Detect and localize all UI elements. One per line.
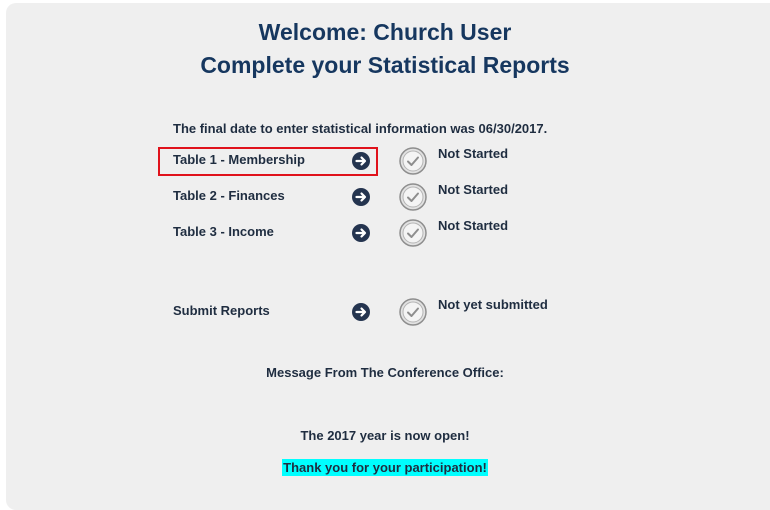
page-title: Welcome: Church User xyxy=(258,19,512,45)
arrow-right-circle-icon[interactable] xyxy=(352,224,370,242)
arrow-right-circle-icon[interactable] xyxy=(352,303,370,321)
report-row-table-1: Table 1 - Membership Not Started xyxy=(0,146,770,176)
submit-reports-link[interactable]: Submit Reports xyxy=(173,303,270,318)
report-row-table-3: Table 3 - Income Not Started xyxy=(0,218,770,248)
arrow-right-circle-icon[interactable] xyxy=(352,188,370,206)
final-date-notice: The final date to enter statistical info… xyxy=(173,121,548,136)
check-circle-icon xyxy=(398,146,428,176)
table-2-finances-link[interactable]: Table 2 - Finances xyxy=(173,188,285,203)
page-subtitle: Complete your Statistical Reports xyxy=(200,52,570,78)
status-badge: Not Started xyxy=(438,218,509,233)
status-badge: Not Started xyxy=(438,182,509,197)
message-body: The 2017 year is now open! xyxy=(300,428,470,443)
arrow-right-circle-icon[interactable] xyxy=(352,152,370,170)
report-row-table-2: Table 2 - Finances Not Started xyxy=(0,182,770,212)
check-circle-icon xyxy=(398,218,428,248)
status-badge: Not yet submitted xyxy=(438,297,548,312)
status-badge: Not Started xyxy=(438,146,509,161)
thanks-line: Thank you for your participation! xyxy=(0,459,770,476)
report-row-submit: Submit Reports Not yet submitted xyxy=(0,297,770,327)
message-heading: Message From The Conference Office: xyxy=(266,365,504,380)
table-3-income-link[interactable]: Table 3 - Income xyxy=(173,224,274,239)
check-circle-icon xyxy=(398,297,428,327)
check-circle-icon xyxy=(398,182,428,212)
thanks-message: Thank you for your participation! xyxy=(282,459,488,476)
table-1-membership-link[interactable]: Table 1 - Membership xyxy=(173,152,305,167)
